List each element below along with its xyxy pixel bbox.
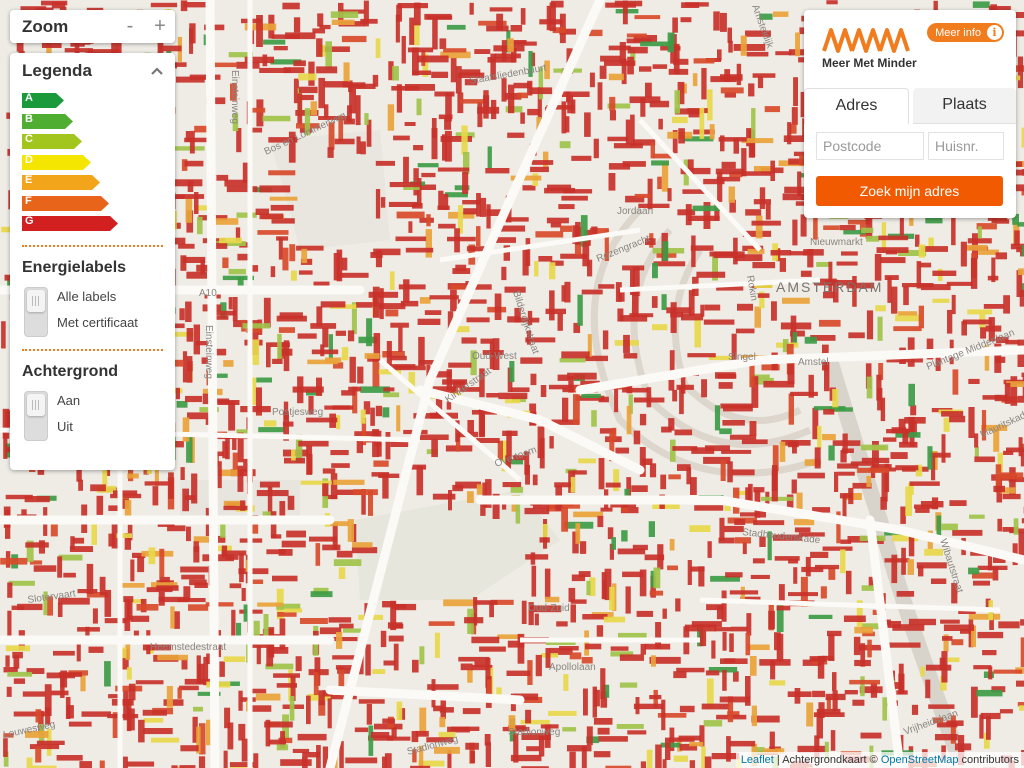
legend-title: Legenda: [22, 61, 92, 80]
energy-label-arrow: [22, 195, 109, 211]
meer-info-label: Meer info: [935, 26, 981, 39]
energy-label-letter: F: [25, 194, 32, 207]
map-label-postjesweg: Postjesweg: [272, 407, 323, 418]
zoek-mijn-adres-button[interactable]: Zoek mijn adres: [816, 176, 1003, 206]
achtergrond-toggle[interactable]: [24, 390, 48, 441]
energielabels-title: Energielabels: [22, 258, 127, 276]
energy-label-letter: C: [25, 133, 33, 145]
brand-name: Meer Met Minder: [822, 56, 917, 70]
meer-info-button[interactable]: Meer info i: [927, 23, 1004, 42]
divider: [22, 348, 163, 351]
energy-label-letter: B: [25, 112, 33, 125]
option-alle-labels[interactable]: Alle labels: [57, 289, 116, 304]
attribution-text: | Achtergrondkaart ©: [773, 754, 881, 766]
energy-label-row: F: [22, 194, 175, 215]
energy-label-letter: G: [25, 215, 34, 227]
meer-met-minder-logo: [822, 28, 910, 53]
zoom-control: Zoom - +: [10, 10, 175, 43]
address-search-panel: Meer Met Minder Meer info i Adres Plaats…: [804, 10, 1016, 218]
map-label-heemstedestraat: Heemstedestraat: [150, 642, 226, 653]
postcode-input[interactable]: [816, 132, 924, 160]
openstreetmap-link[interactable]: OpenStreetMap: [881, 754, 959, 766]
energy-label-row: B: [22, 112, 175, 133]
attribution-contributors: contributors: [958, 754, 1019, 766]
energy-label-row: D: [22, 153, 175, 174]
map-label-a10: A10: [199, 288, 217, 299]
energy-label-row: E: [22, 173, 175, 194]
achtergrond-toggle-group: Aan Uit: [22, 390, 175, 443]
energy-label-letter: E: [25, 174, 33, 186]
energy-label-row: A: [22, 91, 175, 112]
map-label-apollolaan: Apollolaan: [549, 662, 596, 673]
map-label-einsteinweg-south: Einsteinweg: [203, 325, 214, 379]
map-label-jordaan: Jordaan: [617, 206, 653, 217]
energielabels-toggle[interactable]: [24, 286, 48, 337]
achtergrond-title: Achtergrond: [22, 362, 118, 380]
option-met-certificaat[interactable]: Met certificaat: [57, 315, 138, 330]
divider: [22, 244, 163, 247]
energy-label-row: G: [22, 214, 175, 235]
leaflet-link[interactable]: Leaflet: [741, 754, 774, 766]
map-label-amsterdam: AMSTERDAM: [776, 279, 883, 295]
map-label-oud-west: Oud-West: [472, 351, 517, 362]
zoom-in-button[interactable]: +: [145, 15, 175, 38]
legend-panel: Legenda ABCDEFG Energielabels Alle label…: [10, 53, 175, 470]
tab-adres[interactable]: Adres: [804, 88, 909, 124]
zoom-title: Zoom: [22, 16, 69, 36]
map-label-stadionweg: Stadionweg: [508, 727, 560, 738]
energy-label-letter: D: [25, 153, 33, 166]
energy-label-arrow: [22, 175, 100, 190]
map-label-nieuwmarkt: Nieuwmarkt: [810, 237, 863, 248]
energy-label-scale: ABCDEFG: [10, 81, 175, 235]
option-aan[interactable]: Aan: [57, 393, 80, 408]
option-uit[interactable]: Uit: [57, 419, 73, 434]
map-label-oud-zuid: Oud-Zuid: [528, 603, 570, 614]
zoom-out-button[interactable]: -: [115, 15, 145, 38]
map-label-singel: Singel: [728, 352, 756, 363]
huisnummer-input[interactable]: [928, 132, 1004, 160]
energy-label-letter: A: [25, 92, 33, 104]
map-label-amstel: Amstel: [798, 357, 829, 368]
chevron-up-icon[interactable]: [149, 63, 165, 79]
search-tabs: Adres Plaats: [804, 88, 1016, 124]
tab-plaats[interactable]: Plaats: [913, 88, 1016, 124]
energielabels-toggle-group: Alle labels Met certificaat: [22, 286, 175, 339]
info-icon: i: [987, 25, 1002, 40]
map-attribution: Leaflet | Achtergrondkaart © OpenStreetM…: [735, 752, 1024, 768]
energy-label-arrow: [22, 216, 118, 231]
energy-label-row: C: [22, 132, 175, 153]
map-label-einsteinweg: Einsteinweg: [229, 70, 240, 124]
